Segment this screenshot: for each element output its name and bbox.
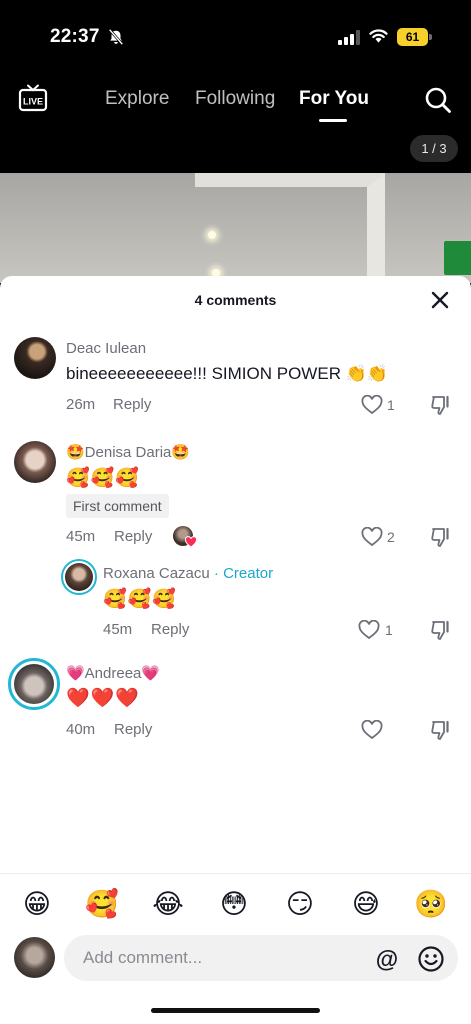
emoji-smile-icon[interactable]: [417, 945, 445, 973]
heart-outline-icon[interactable]: [361, 395, 383, 415]
dislike-icon[interactable]: [430, 394, 452, 416]
emoji-sweat-smile-button[interactable]: 😅: [348, 886, 384, 922]
reply-button[interactable]: Reply: [151, 621, 189, 638]
comment-input-row: Add comment... @: [0, 934, 471, 1024]
reply-button[interactable]: Reply: [114, 721, 152, 738]
like-count: 1: [387, 397, 395, 413]
emoji-flushed-button[interactable]: 😳: [216, 886, 252, 922]
heart-outline-icon[interactable]: [358, 620, 380, 640]
avatar-image: [14, 664, 54, 704]
top-nav: LIVE Explore Following For You 1 / 3: [0, 70, 471, 173]
like-count: 1: [385, 622, 393, 638]
comment-author[interactable]: Roxana Cazacu · Creator: [103, 565, 273, 582]
tab-explore[interactable]: Explore: [105, 88, 169, 110]
wifi-icon: [369, 29, 388, 43]
avatar[interactable]: [14, 337, 56, 379]
video-door-frame: [195, 173, 385, 283]
heart-outline-icon[interactable]: [361, 527, 383, 547]
like-count: 2: [387, 529, 395, 545]
comment-input[interactable]: Add comment... @: [64, 935, 458, 981]
live-tv-icon[interactable]: LIVE: [18, 84, 48, 114]
comment-author[interactable]: Deac Iulean: [66, 340, 146, 357]
emoji-joy-button[interactable]: 😂: [150, 886, 186, 922]
video-exit-sign: [444, 241, 471, 275]
first-comment-badge: First comment: [66, 494, 169, 518]
comment-text: bineeeeeeeeeee!!! SIMION POWER 👏👏: [66, 364, 389, 383]
status-time: 22:37: [50, 26, 100, 47]
bell-off-icon: [108, 28, 124, 46]
search-icon[interactable]: [424, 86, 452, 114]
comment-time: 45m: [103, 621, 133, 638]
active-tab-underline: [319, 119, 347, 122]
emoji-smirk-button[interactable]: 😏: [282, 886, 318, 922]
comment-author[interactable]: 🤩Denisa Daria🤩: [66, 443, 190, 461]
creator-tag: · Creator: [213, 565, 274, 582]
comment-text: 🥰🥰🥰: [103, 589, 177, 610]
comment-author[interactable]: 💗Andreea💗: [66, 664, 160, 682]
video-preview[interactable]: [0, 173, 471, 283]
dislike-icon[interactable]: [430, 526, 452, 548]
signal-icon: [338, 30, 360, 45]
battery-tip: [429, 34, 432, 40]
comment-time: 26m: [66, 396, 96, 413]
heart-filled-icon: [185, 536, 197, 548]
avatar[interactable]: [14, 441, 56, 483]
reply-button[interactable]: Reply: [114, 528, 152, 545]
reply-button[interactable]: Reply: [113, 396, 151, 413]
photo-page-indicator: 1 / 3: [410, 135, 458, 162]
avatar[interactable]: [61, 559, 97, 595]
mention-icon[interactable]: @: [374, 946, 400, 972]
tab-for-you[interactable]: For You: [299, 88, 369, 110]
video-light: [208, 231, 216, 239]
emoji-pleading-button[interactable]: 🥺: [413, 886, 449, 922]
my-avatar: [14, 937, 55, 978]
author-name[interactable]: Roxana Cazacu: [103, 565, 210, 582]
emoji-grin-button[interactable]: 😁: [19, 886, 55, 922]
comment-item: 🤩Denisa Daria🤩 🥰🥰🥰 First comment 45m Rep…: [0, 441, 471, 551]
comment-item: Deac Iulean bineeeeeeeeeee!!! SIMION POW…: [0, 337, 471, 417]
dislike-icon[interactable]: [430, 719, 452, 741]
reply-comment-item: Roxana Cazacu · Creator 🥰🥰🥰 45m Reply 1: [0, 559, 471, 641]
dislike-icon[interactable]: [430, 619, 452, 641]
emoji-hearts-face-button[interactable]: 🥰: [84, 886, 120, 922]
close-icon[interactable]: [430, 290, 450, 310]
comment-text: ❤️❤️❤️: [66, 688, 140, 709]
comment-placeholder: Add comment...: [83, 948, 203, 967]
battery-indicator: 61: [397, 28, 432, 46]
status-bar: 22:37 61: [0, 0, 471, 70]
avatar[interactable]: [8, 658, 60, 710]
avatar-image: [65, 563, 93, 591]
comment-time: 40m: [66, 721, 96, 738]
comment-item: 💗Andreea💗 ❤️❤️❤️ 40m Reply: [0, 658, 471, 743]
battery-level: 61: [397, 28, 428, 46]
emoji-quick-bar: 😁 🥰 😂 😳 😏 😅 🥺: [0, 873, 471, 933]
live-label: LIVE: [23, 97, 43, 107]
comment-time: 45m: [66, 528, 96, 545]
tab-following[interactable]: Following: [195, 88, 275, 110]
home-indicator: [151, 1008, 320, 1013]
comments-count-title: 4 comments: [194, 292, 277, 308]
comment-text: 🥰🥰🥰: [66, 468, 140, 489]
heart-outline-icon[interactable]: [361, 720, 383, 740]
